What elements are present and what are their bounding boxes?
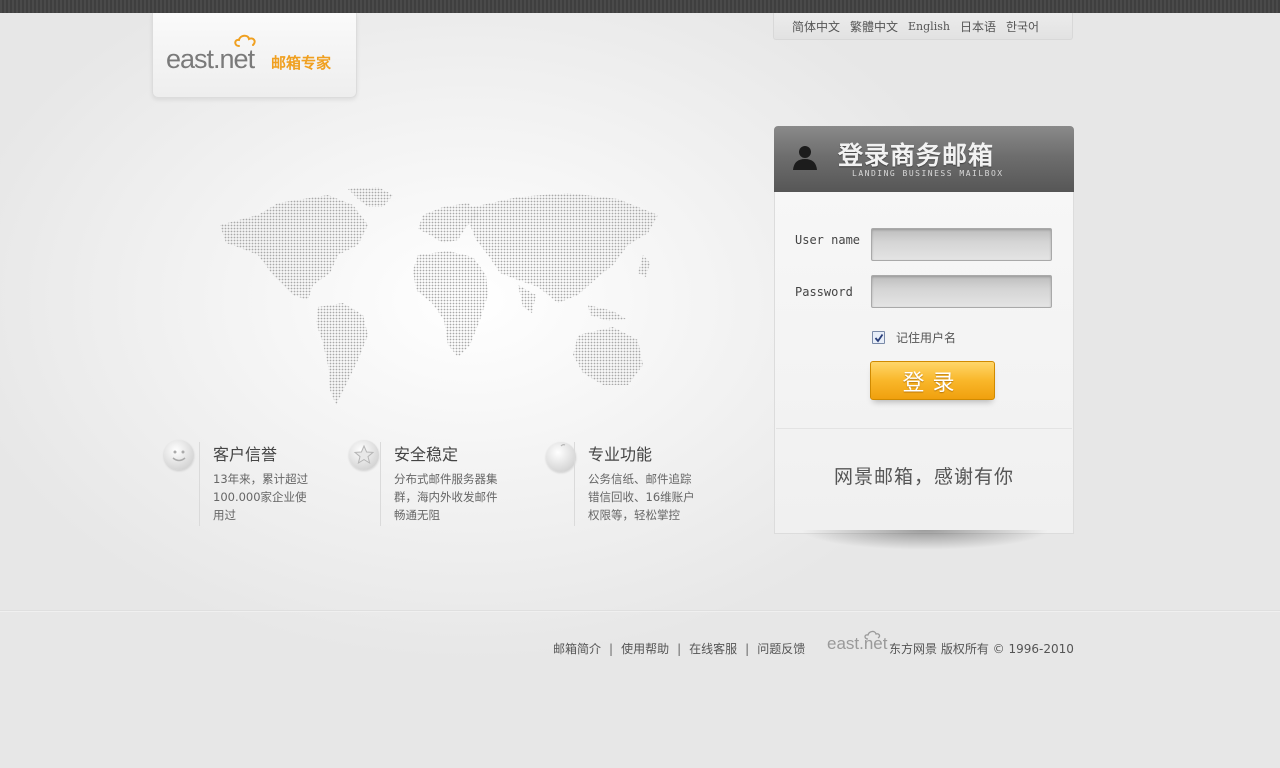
footer-nav: 邮箱简介 | 使用帮助 | 在线客服 | 问题反馈: [553, 640, 805, 657]
footer-divider: [0, 610, 1280, 612]
separator: |: [677, 641, 682, 656]
lang-japanese[interactable]: 日本语: [960, 18, 996, 35]
slogan: 网景邮箱，感谢有你: [833, 466, 1014, 488]
feature-description: 13年来，累计超过100.000家企业使用过: [213, 472, 309, 522]
feature-title: 客户信誉: [213, 445, 278, 464]
divider: [776, 428, 1072, 429]
feature-description: 公务信纸、邮件追踪错信回收、16维账户权限等，轻松掌控: [588, 472, 695, 522]
logo-subtext: 邮箱专家: [271, 54, 332, 72]
logo-text: east.net: [166, 44, 255, 74]
password-label: Password: [795, 285, 853, 299]
star-icon: [349, 440, 379, 470]
world-map-graphic: [220, 187, 658, 405]
login-panel: User name Password 记住用户名 登录 网景邮箱，感谢有你: [774, 192, 1074, 534]
lang-simplified-chinese[interactable]: 简体中文: [792, 18, 840, 35]
login-subtitle: LANDING BUSINESS MAILBOX: [852, 169, 1004, 178]
lang-english[interactable]: English: [908, 20, 950, 33]
feature-divider: [380, 442, 381, 526]
feature-description: 分布式邮件服务器集群，海内外收发邮件畅通无阻: [394, 472, 498, 522]
feature-title: 安全稳定: [394, 445, 459, 464]
footer-link-intro[interactable]: 邮箱简介: [553, 640, 601, 657]
login-button[interactable]: 登录: [870, 361, 995, 400]
separator: |: [745, 641, 750, 656]
login-header: 登录商务邮箱 LANDING BUSINESS MAILBOX: [774, 126, 1074, 192]
remember-label[interactable]: 记住用户名: [896, 329, 956, 346]
copyright: 东方网景 版权所有 © 1996-2010: [889, 642, 1074, 656]
panel-shadow: [800, 530, 1050, 550]
password-input[interactable]: [871, 275, 1052, 308]
remember-checkbox[interactable]: [872, 331, 885, 344]
footer-link-help[interactable]: 使用帮助: [621, 640, 669, 657]
lang-korean[interactable]: 한국어: [1006, 18, 1039, 35]
checkmark-icon: [874, 333, 884, 343]
feature-title: 专业功能: [588, 445, 653, 464]
username-input[interactable]: [871, 228, 1052, 261]
user-icon: [793, 146, 817, 170]
language-bar: 简体中文 繁體中文 English 日本语 한국어: [773, 13, 1073, 40]
smiley-icon: [164, 440, 194, 470]
feature-divider: [199, 442, 200, 526]
footer-logo-text: east.net: [827, 634, 888, 653]
apple-icon: [546, 442, 576, 472]
footer-link-support[interactable]: 在线客服: [689, 640, 737, 657]
lang-traditional-chinese[interactable]: 繁體中文: [850, 18, 898, 35]
login-title: 登录商务邮箱: [838, 141, 995, 170]
separator: |: [609, 641, 614, 656]
username-label: User name: [795, 233, 861, 247]
logo[interactable]: east.net 邮箱专家: [152, 13, 357, 98]
footer-link-feedback[interactable]: 问题反馈: [757, 640, 805, 657]
top-bar: [0, 0, 1280, 13]
feature-divider: [574, 442, 575, 526]
